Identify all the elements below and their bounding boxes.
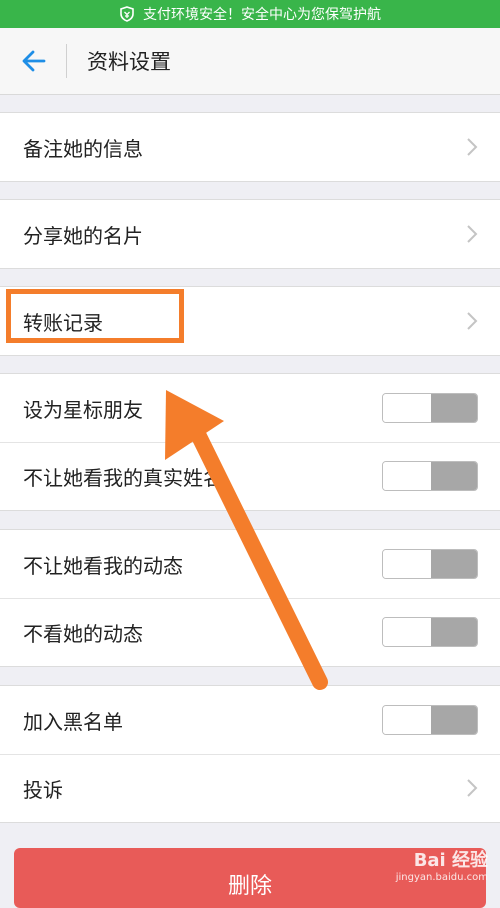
nav-divider (66, 44, 67, 78)
toggle-track (431, 706, 477, 734)
toggle-track (431, 618, 477, 646)
hide-my-moments-label: 不让她看我的动态 (23, 553, 183, 578)
hide-my-moments-row: 不让她看我的动态 (0, 530, 500, 598)
chevron-right-icon (467, 312, 478, 330)
chevron-right-icon (467, 225, 478, 243)
toggle-knob (383, 462, 431, 490)
transfer-records-row[interactable]: 转账记录 (0, 287, 500, 355)
shield-icon (120, 6, 134, 22)
remark-info-row[interactable]: 备注她的信息 (0, 113, 500, 181)
hide-real-name-label: 不让她看我的真实姓名 (23, 465, 223, 490)
share-card-row[interactable]: 分享她的名片 (0, 200, 500, 268)
star-friend-label: 设为星标朋友 (23, 397, 143, 422)
share-card-label: 分享她的名片 (23, 223, 143, 248)
toggle-knob (383, 394, 431, 422)
star-friend-row: 设为星标朋友 (0, 374, 500, 442)
toggle-knob (383, 550, 431, 578)
remark-info-label: 备注她的信息 (23, 136, 143, 161)
hide-real-name-row: 不让她看我的真实姓名 (0, 442, 500, 510)
page-title: 资料设置 (87, 50, 171, 74)
blacklist-toggle[interactable] (382, 705, 478, 735)
settings-group-share: 分享她的名片 (0, 199, 500, 269)
toggle-knob (383, 706, 431, 734)
watermark-brand: Bai 经验 (413, 850, 488, 871)
back-arrow-icon[interactable] (20, 47, 48, 75)
star-friend-toggle[interactable] (382, 393, 478, 423)
watermark-site: jingyan.baidu.com (395, 872, 488, 883)
hide-real-name-toggle[interactable] (382, 461, 478, 491)
toggle-track (431, 462, 477, 490)
blacklist-row: 加入黑名单 (0, 686, 500, 754)
toggle-track (431, 550, 477, 578)
delete-button-label: 删除 (227, 874, 272, 899)
chevron-right-icon (467, 779, 478, 797)
toggle-knob (383, 618, 431, 646)
settings-group-remark: 备注她的信息 (0, 112, 500, 182)
hide-her-moments-label: 不看她的动态 (23, 621, 143, 646)
security-status-bar: 支付环境安全！安全中心为您保驾护航 (0, 0, 500, 28)
hide-her-moments-toggle[interactable] (382, 617, 478, 647)
chevron-right-icon (467, 138, 478, 156)
settings-group-block: 加入黑名单 投诉 (0, 685, 500, 823)
settings-group-privacy: 设为星标朋友 不让她看我的真实姓名 (0, 373, 500, 511)
baidu-jingyan-watermark: Bai 经验 jingyan.baidu.com (396, 846, 488, 883)
hide-my-moments-toggle[interactable] (382, 549, 478, 579)
complain-label: 投诉 (23, 777, 63, 802)
complain-row[interactable]: 投诉 (0, 754, 500, 822)
settings-group-moments: 不让她看我的动态 不看她的动态 (0, 529, 500, 667)
transfer-records-label: 转账记录 (23, 310, 103, 335)
nav-bar: 资料设置 (0, 28, 500, 95)
settings-group-transfer: 转账记录 (0, 286, 500, 356)
security-status-text: 支付环境安全！安全中心为您保驾护航 (143, 7, 381, 23)
blacklist-label: 加入黑名单 (23, 709, 123, 734)
toggle-track (431, 394, 477, 422)
hide-her-moments-row: 不看她的动态 (0, 598, 500, 666)
